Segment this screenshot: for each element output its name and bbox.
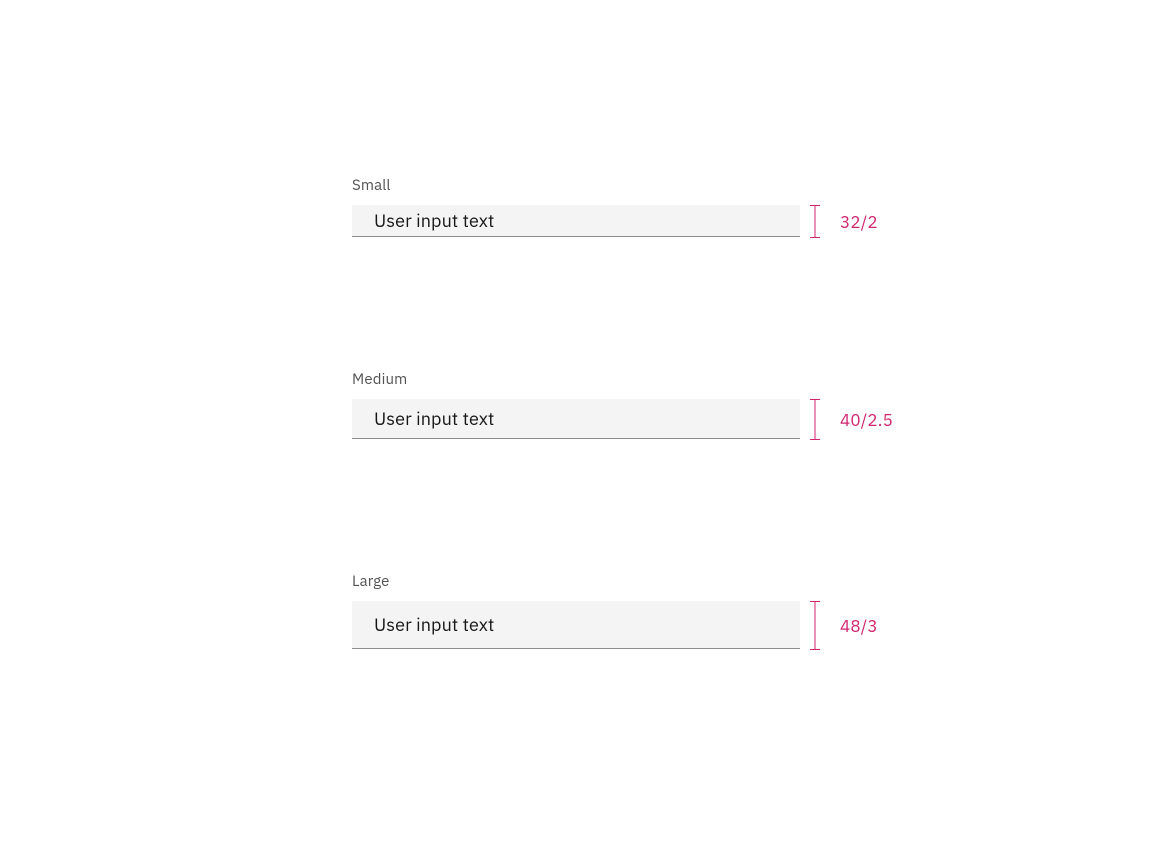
size-label: Medium <box>352 370 822 389</box>
text-input-large[interactable]: User input text <box>352 601 800 649</box>
field-row: User input text 40/2.5 <box>352 399 822 440</box>
dimension-label: 40/2.5 <box>840 409 893 431</box>
canvas: Small User input text 32/2 Medium User i… <box>0 0 1152 864</box>
size-group-large: Large User input text 48/3 <box>352 572 822 650</box>
dimension-label: 48/3 <box>840 615 878 637</box>
dimension-bracket: 40/2.5 <box>810 399 822 440</box>
field-row: User input text 48/3 <box>352 601 822 650</box>
input-value: User input text <box>374 407 494 430</box>
field-row: User input text 32/2 <box>352 205 822 238</box>
dimension-bracket: 32/2 <box>810 205 822 238</box>
size-label: Large <box>352 572 822 591</box>
text-input-medium[interactable]: User input text <box>352 399 800 439</box>
dimension-bracket: 48/3 <box>810 601 822 650</box>
input-value: User input text <box>374 209 494 232</box>
size-group-small: Small User input text 32/2 <box>352 176 822 238</box>
size-label: Small <box>352 176 822 195</box>
text-input-small[interactable]: User input text <box>352 205 800 237</box>
dimension-label: 32/2 <box>840 211 878 233</box>
input-value: User input text <box>374 613 494 636</box>
size-group-medium: Medium User input text 40/2.5 <box>352 370 822 440</box>
